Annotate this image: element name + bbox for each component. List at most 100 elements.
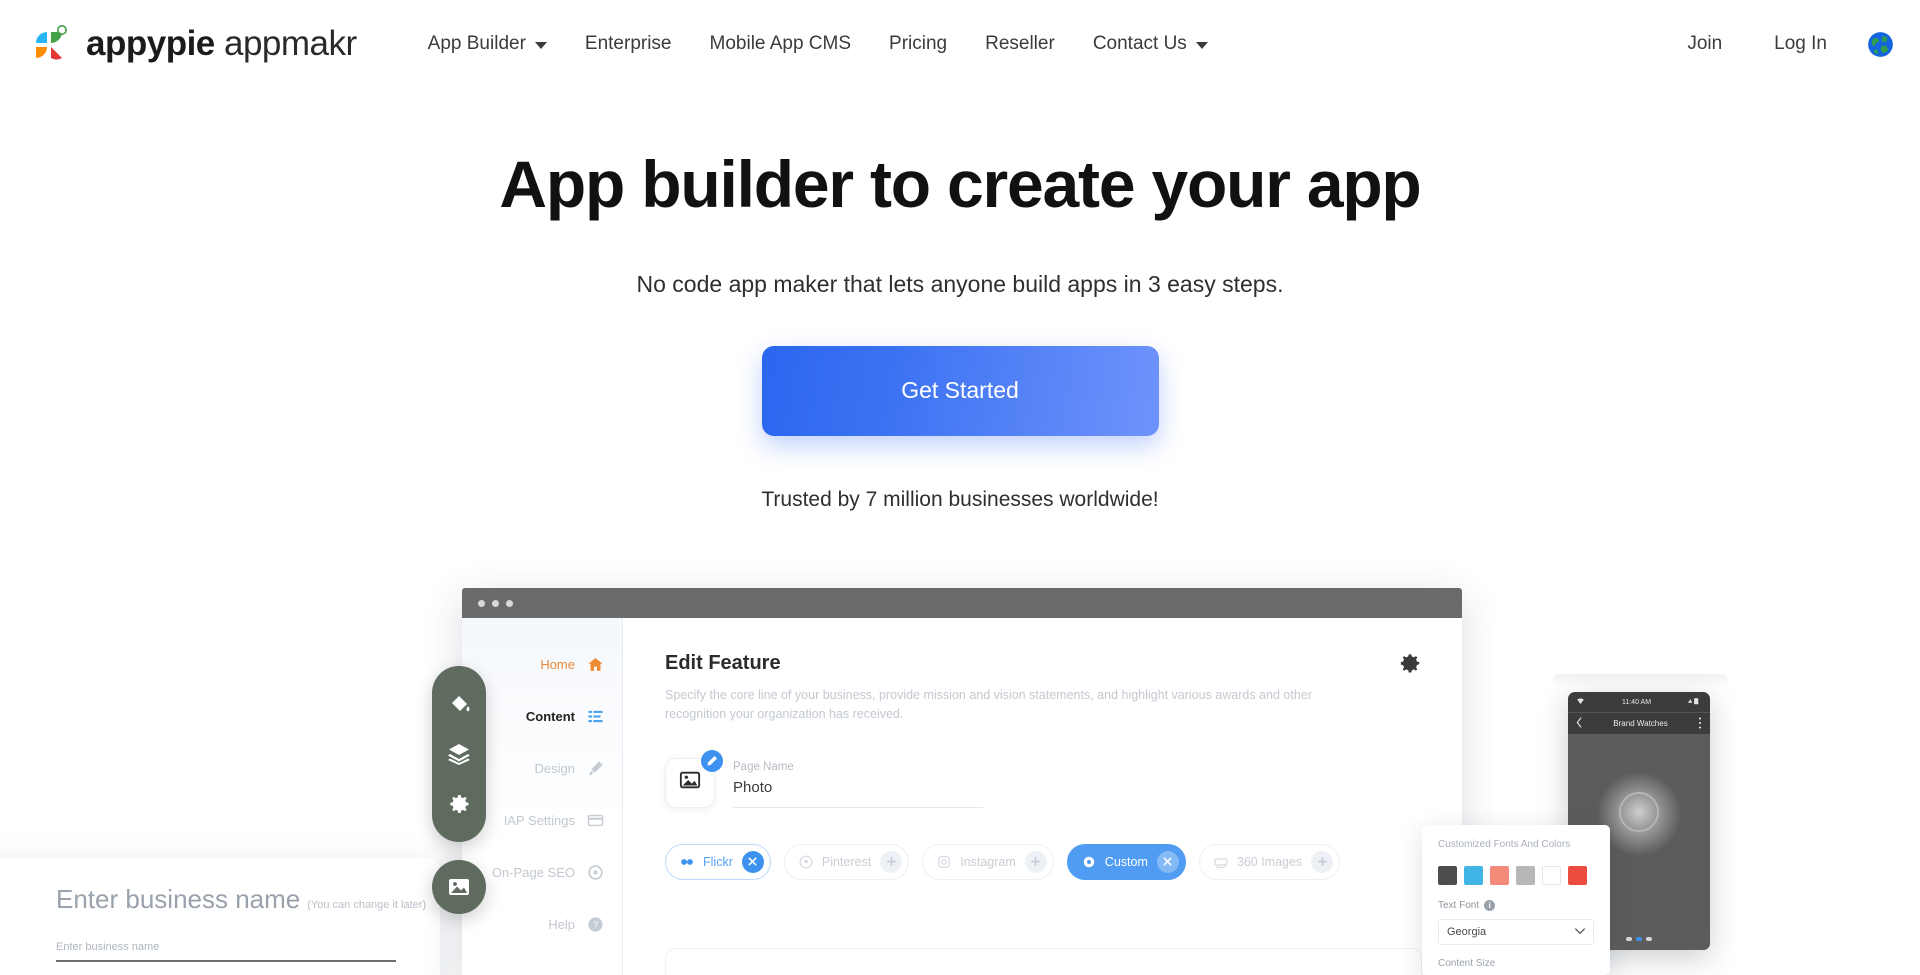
page-name-row: Page Name Photo — [665, 749, 1422, 808]
instagram-icon — [937, 855, 951, 869]
nav-item-mobile-app-cms[interactable]: Mobile App CMS — [691, 24, 871, 64]
carousel-dot[interactable] — [1626, 937, 1632, 941]
text-font-label-row: Text Font i — [1438, 900, 1594, 911]
nav-label: Enterprise — [584, 33, 672, 54]
plus-icon[interactable] — [1024, 850, 1047, 873]
help-circle-icon: ? — [587, 916, 604, 933]
login-label: Log In — [1774, 33, 1827, 54]
color-swatch-red[interactable] — [1568, 866, 1587, 885]
primary-nav: App Builder Enterprise Mobile App CMS Pr… — [409, 24, 1227, 64]
chip-label: Flickr — [703, 854, 733, 869]
panel-settings-gear-icon[interactable] — [1396, 650, 1422, 676]
login-link[interactable]: Log In — [1748, 24, 1853, 64]
sidebar-item-help[interactable]: Help ? — [462, 916, 604, 933]
page-name-label: Page Name — [733, 760, 794, 773]
close-icon[interactable] — [1156, 850, 1179, 873]
panel-description: Specify the core line of your business, … — [665, 688, 1312, 721]
page-root: appypie appmakr App Builder Enterprise M… — [0, 0, 1920, 975]
chip-pinterest[interactable]: Pinterest — [783, 843, 910, 880]
window-dot-maximize[interactable] — [506, 599, 513, 607]
close-icon[interactable] — [741, 850, 764, 873]
font-select[interactable]: Georgia — [1438, 919, 1594, 945]
nav-label: Pricing — [889, 33, 948, 54]
image-icon — [679, 769, 701, 796]
window-dot-close[interactable] — [478, 599, 485, 607]
font-select-value: Georgia — [1447, 926, 1487, 938]
settings-gear-icon[interactable] — [447, 792, 471, 816]
brand-logo[interactable]: appypie appmakr — [22, 19, 357, 69]
chevron-left-icon[interactable] — [1576, 717, 1583, 730]
join-link[interactable]: Join — [1661, 24, 1748, 64]
chip-instagram[interactable]: Instagram — [922, 843, 1054, 880]
battery-icon — [1688, 697, 1702, 707]
nav-label: Reseller — [985, 33, 1055, 54]
nav-label: App Builder — [427, 33, 526, 54]
get-started-button[interactable]: Get Started — [761, 345, 1159, 436]
color-swatch-gray[interactable] — [1516, 866, 1535, 885]
builder-sidebar: Home Content Design IAP Settings On-Page… — [462, 618, 622, 975]
home-icon — [587, 656, 604, 673]
carousel-dot[interactable] — [1646, 937, 1652, 941]
text-font-label: Text Font — [1438, 900, 1480, 911]
paint-bucket-icon[interactable] — [447, 692, 471, 716]
fonts-panel-title: Customized Fonts And Colors — [1438, 839, 1571, 850]
sidebar-item-label: Design — [534, 761, 575, 776]
chip-label: Instagram — [960, 854, 1016, 869]
builder-body: Home Content Design IAP Settings On-Page… — [462, 618, 1462, 975]
color-swatch-blue[interactable] — [1464, 866, 1483, 885]
join-label: Join — [1687, 33, 1723, 54]
next-section-card — [665, 948, 1422, 975]
account-nav: Join Log In — [1661, 24, 1920, 64]
chip-custom[interactable]: Custom — [1066, 843, 1186, 880]
page-name-underline — [733, 806, 983, 808]
business-name-hint: (You can change it later) — [307, 899, 427, 911]
globe-icon[interactable] — [1867, 31, 1894, 58]
carousel-dot-active[interactable] — [1636, 937, 1642, 941]
business-name-input[interactable]: Enter business name — [56, 941, 396, 962]
sidebar-item-label: Home — [540, 657, 575, 672]
page-name-field[interactable]: Page Name Photo — [733, 758, 983, 808]
layers-icon[interactable] — [447, 742, 471, 766]
brand-name: appypie appmakr — [86, 24, 357, 64]
plus-icon[interactable] — [880, 850, 903, 873]
content-list-icon — [587, 708, 604, 725]
feature-thumbnail[interactable] — [665, 749, 723, 808]
info-icon[interactable]: i — [1484, 900, 1496, 911]
window-dot-minimize[interactable] — [492, 599, 499, 607]
media-tool-button[interactable] — [432, 860, 486, 914]
panorama-icon — [1214, 855, 1228, 869]
sidebar-item-label: Help — [548, 917, 575, 932]
edit-feature-panel: Edit Feature Specify the core line of yo… — [622, 618, 1462, 975]
wifi-icon — [1576, 697, 1585, 707]
color-swatch-salmon[interactable] — [1490, 866, 1509, 885]
site-header: appypie appmakr App Builder Enterprise M… — [0, 0, 1920, 88]
kebab-menu-icon[interactable] — [1698, 716, 1702, 731]
chip-360-images[interactable]: 360 Images — [1198, 843, 1341, 880]
input-underline — [56, 960, 396, 962]
image-source-chips: Flickr Pinterest Instagram Custom 360 Im… — [665, 843, 1422, 880]
color-swatches — [1438, 866, 1594, 885]
sidebar-item-home[interactable]: Home — [462, 656, 604, 673]
nav-label: Mobile App CMS — [709, 33, 852, 54]
color-swatch-dark-gray[interactable] — [1438, 866, 1457, 885]
chevron-down-icon — [1195, 42, 1208, 49]
business-name-title-text: Enter business name — [56, 884, 301, 914]
nav-item-reseller[interactable]: Reseller — [966, 24, 1074, 64]
chip-flickr[interactable]: Flickr — [665, 843, 771, 880]
cta-container: Get Started — [0, 345, 1920, 436]
nav-item-pricing[interactable]: Pricing — [870, 24, 966, 64]
nav-item-app-builder[interactable]: App Builder — [409, 24, 566, 64]
phone-app-bar: Brand Watches — [1568, 712, 1710, 734]
nav-item-enterprise[interactable]: Enterprise — [566, 24, 691, 64]
nav-item-contact-us[interactable]: Contact Us — [1074, 24, 1227, 64]
panel-title: Edit Feature — [665, 652, 781, 674]
builder-browser-window: Home Content Design IAP Settings On-Page… — [462, 588, 1462, 975]
phone-status-bar: 11:40 AM — [1568, 692, 1710, 712]
chip-label: Custom — [1104, 854, 1148, 869]
page-title: App builder to create your app — [499, 147, 1421, 221]
carousel-dots[interactable] — [1626, 937, 1652, 941]
browser-titlebar — [462, 588, 1462, 618]
pencil-icon[interactable] — [701, 749, 723, 772]
color-swatch-white[interactable] — [1542, 866, 1561, 885]
plus-icon[interactable] — [1311, 850, 1334, 873]
